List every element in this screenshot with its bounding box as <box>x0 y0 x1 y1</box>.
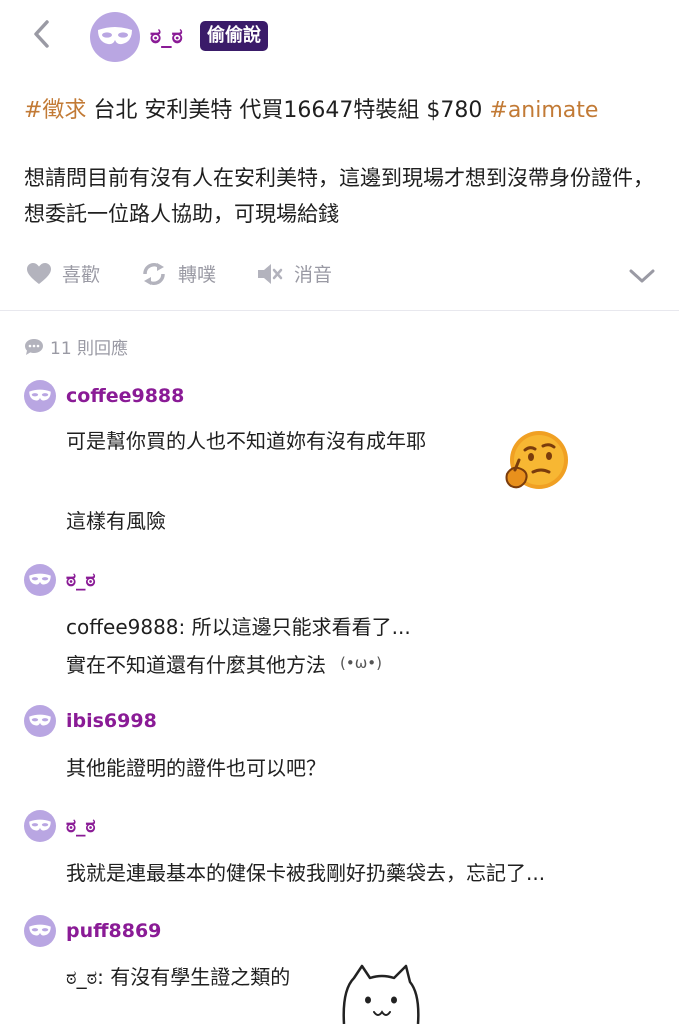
repost-icon <box>143 262 165 285</box>
repost-label: 轉噗 <box>178 264 217 286</box>
mute-label: 消音 <box>294 264 333 286</box>
post-header: ಠ_ಠ 偷偷說 <box>0 0 679 72</box>
commenter-name[interactable]: coffee9888 <box>66 384 184 408</box>
author-name[interactable]: ಠ_ಠ <box>150 22 183 50</box>
commenter-avatar[interactable] <box>24 915 56 947</box>
comment-text: 我就是連最基本的健保卡被我剛好扔藥袋去，忘記了... <box>66 861 546 885</box>
comment-text: 可是幫你買的人也不知道妳有沒有成年耶 <box>66 429 426 453</box>
comment-text-line: 實在不知道還有什麼其他方法 <box>66 653 326 677</box>
comment-text: 這樣有風險 <box>66 509 166 533</box>
reply-count-label: 11 則回應 <box>50 339 129 359</box>
commenter-name[interactable]: ibis6998 <box>66 709 157 733</box>
post-body: 想請問目前有沒有人在安利美特，這邊到現場才想到沒帶身份證件，想委託一位路人協助，… <box>24 166 654 226</box>
commenter-avatar[interactable] <box>24 810 56 842</box>
mask-icon <box>29 389 51 401</box>
commenter-avatar[interactable] <box>24 564 56 596</box>
reply-count: 11 則回應 <box>24 334 128 359</box>
mask-icon <box>29 819 51 831</box>
post-title-text: 台北 安利美特 代買16647特裝組 $780 <box>86 98 490 123</box>
comment-text: ಠ_ಠ: 有沒有學生證之類的 <box>66 965 291 989</box>
heart-icon <box>27 262 51 284</box>
divider <box>0 310 679 311</box>
kaomoji-sticker: (•ω•) <box>340 654 382 672</box>
repost-button[interactable]: 轉噗 <box>140 260 216 287</box>
anonymous-badge: 偷偷說 <box>200 21 268 51</box>
like-label: 喜歡 <box>62 264 101 286</box>
back-button[interactable] <box>26 16 58 52</box>
tag-animate[interactable]: #animate <box>489 98 598 123</box>
like-button[interactable]: 喜歡 <box>26 260 100 287</box>
speech-bubble-icon <box>25 338 43 355</box>
chevron-down-icon <box>629 269 655 283</box>
comment-text: 實在不知道還有什麼其他方法 (•ω•) <box>66 648 382 680</box>
chevron-left-icon <box>34 20 49 48</box>
comment-text: coffee9888: 所以這邊只能求看看了... <box>66 615 411 639</box>
plurk-post-page: ಠ_ಠ 偷偷說 #徵求 台北 安利美特 代買16647特裝組 $780 #ani… <box>0 0 679 1024</box>
mask-icon <box>29 573 51 585</box>
mask-icon <box>29 924 51 936</box>
post-title: #徵求 台北 安利美特 代買16647特裝組 $780 #animate <box>24 96 598 126</box>
mask-icon <box>98 27 132 45</box>
comment-text: 其他能證明的證件也可以吧？ <box>66 756 326 780</box>
author-avatar[interactable] <box>90 12 140 62</box>
commenter-avatar[interactable] <box>24 705 56 737</box>
cat-sticker-icon <box>342 964 420 1024</box>
mask-icon <box>29 714 51 726</box>
speaker-mute-icon <box>258 263 283 284</box>
expand-button[interactable] <box>627 264 657 288</box>
tag-request[interactable]: #徵求 <box>24 98 86 123</box>
mute-button[interactable]: 消音 <box>256 260 332 287</box>
thinking-emoji-icon <box>505 431 568 489</box>
commenter-name[interactable]: puff8869 <box>66 919 161 943</box>
post-actions: 喜歡 轉噗 消音 <box>0 250 679 298</box>
commenter-name[interactable]: ಠ_ಠ <box>66 568 96 592</box>
commenter-avatar[interactable] <box>24 380 56 412</box>
commenter-name[interactable]: ಠ_ಠ <box>66 814 96 838</box>
